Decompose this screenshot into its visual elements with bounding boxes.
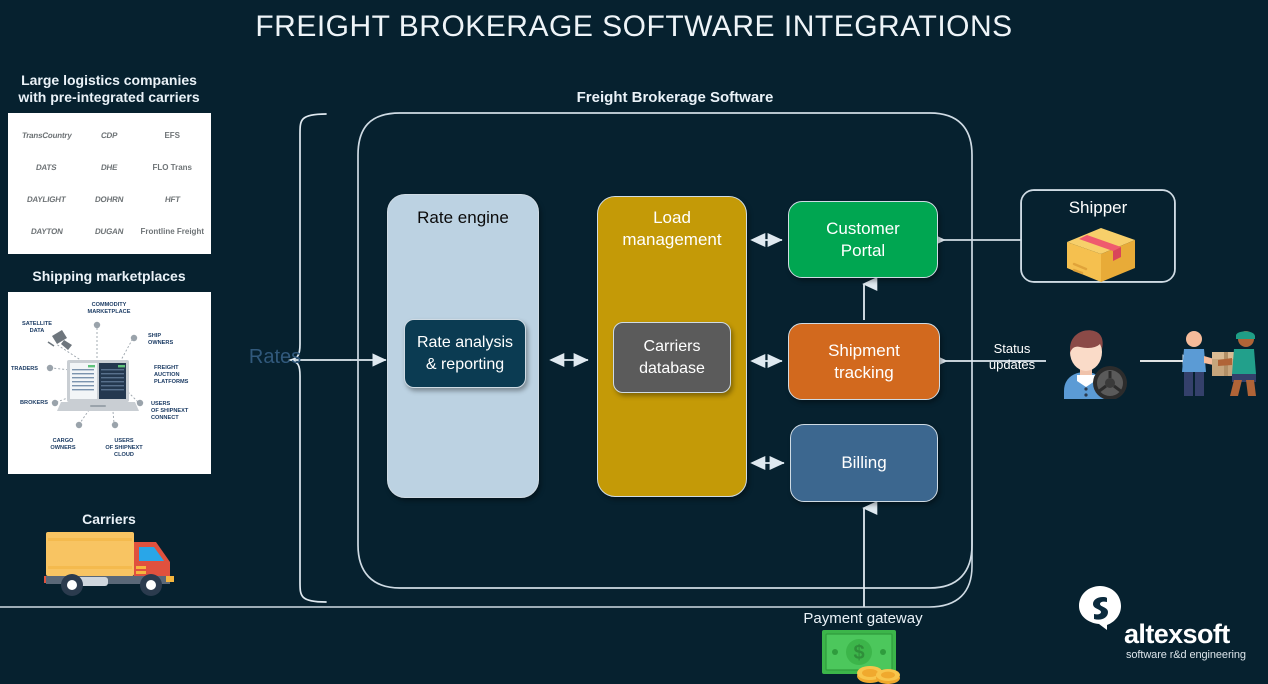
node-label: CLOUD — [114, 452, 134, 458]
money-cash-icon: $ — [820, 628, 908, 684]
logo-item: DUGAN — [94, 227, 124, 237]
logo-item: CDP — [100, 130, 118, 140]
logistics-companies-label: Large logistics companies with pre-integ… — [6, 72, 212, 106]
node-label: OWNERS — [50, 445, 75, 451]
logo-item: HFT — [164, 195, 181, 205]
node-label: PLATFORMS — [154, 379, 189, 385]
node-label: CONNECT — [151, 415, 179, 421]
node-billing-label: Billing — [841, 453, 887, 472]
node-label: SHIP — [148, 333, 161, 339]
satellite-icon — [47, 330, 72, 350]
node-shipment-tracking-line2: tracking — [834, 362, 894, 382]
node-rate-engine-label: Rate engine — [417, 208, 509, 227]
node-shipment-tracking-line1: Shipment — [828, 340, 900, 360]
node-label: TRADERS — [11, 366, 38, 372]
brand-logo: altexsoft software r&d engineering — [1073, 585, 1263, 665]
node-label: DATA — [30, 328, 45, 334]
altexsoft-logo-icon — [1077, 585, 1123, 631]
shipping-marketplaces-label: Shipping marketplaces — [32, 268, 186, 284]
payment-gateway-label: Payment gateway — [803, 610, 923, 627]
logo-item: DATS — [35, 162, 58, 172]
status-updates-line1: Status — [993, 341, 1031, 356]
node-customer-portal-line1: Customer — [826, 218, 900, 238]
delivery-truck-icon — [40, 528, 200, 598]
logo-item: DOHRN — [94, 195, 124, 205]
logistics-label-line2: with pre-integrated carriers — [18, 89, 200, 105]
node-label: FREIGHT — [154, 365, 179, 371]
node-customer-portal[interactable]: Customer Portal — [788, 201, 938, 278]
logo-item: TransCountry — [20, 130, 72, 140]
node-label: COMMODITY — [92, 302, 127, 308]
node-load-management-line1: Load — [653, 208, 691, 227]
carrier-logos-card: TransCountry CDP EFS DATS DHE FLO Trans … — [8, 113, 211, 254]
page-title: FREIGHT BROKERAGE SOFTWARE INTEGRATIONS — [255, 10, 1013, 43]
node-carriers-database-line1: Carriers — [643, 337, 701, 355]
diagram-canvas: FREIGHT BROKERAGE SOFTWARE INTEGRATIONS … — [0, 0, 1268, 684]
logo-item: DAYLIGHT — [26, 195, 67, 205]
node-label: USERS — [114, 438, 134, 444]
brand-name: altexsoft — [1124, 619, 1230, 649]
node-label: SATELLITE — [22, 321, 52, 327]
node-rate-analysis-line1: Rate analysis — [416, 333, 514, 351]
laptop-icon — [57, 360, 139, 411]
node-rate-analysis-reporting[interactable]: Rate analysis & reporting — [404, 319, 526, 388]
node-load-management-line2: management — [622, 230, 722, 249]
node-customer-portal-line2: Portal — [840, 240, 886, 260]
logo-item: DAYTON — [29, 227, 63, 237]
svg-text:$: $ — [853, 642, 864, 664]
software-container-label: Freight Brokerage Software — [576, 89, 774, 106]
node-label: OWNERS — [148, 340, 173, 346]
node-shipper-label: Shipper — [1068, 198, 1128, 217]
node-shipment-tracking[interactable]: Shipment tracking — [788, 323, 940, 400]
logo-item: DHE — [100, 162, 118, 172]
carriers-label: Carriers — [82, 511, 136, 527]
driver-with-steering-wheel-icon — [1052, 325, 1132, 400]
node-carriers-database-line2: database — [639, 359, 705, 377]
marketplaces-diagram-card: COMMODITY MARKETPLACE SATELLITE DATA SHI… — [8, 292, 211, 474]
node-label: OF SHIPNEXT — [105, 445, 143, 451]
logo-item: Frontline Freight — [140, 227, 204, 237]
carrier-logo-grid: TransCountry CDP EFS DATS DHE FLO Trans … — [15, 119, 204, 248]
node-rate-analysis-line2: & reporting — [425, 355, 505, 373]
node-label: AUCTION — [154, 372, 179, 378]
node-carriers-database[interactable]: Carriers database — [613, 322, 731, 393]
status-updates-line2: updates — [988, 357, 1036, 372]
node-billing[interactable]: Billing — [790, 424, 938, 502]
logistics-label-line1: Large logistics companies — [21, 72, 197, 88]
node-label: BROKERS — [20, 400, 48, 406]
marketplace-hub-diagram: COMMODITY MARKETPLACE SATELLITE DATA SHI… — [11, 302, 189, 458]
node-label: USERS — [151, 401, 171, 407]
logo-item: EFS — [164, 130, 180, 140]
delivery-handoff-icon — [1174, 330, 1260, 396]
status-updates-label: Status updates — [968, 341, 1056, 373]
rates-label: Rates — [248, 346, 302, 368]
node-label: CARGO — [53, 438, 74, 444]
brand-tagline: software r&d engineering — [1126, 649, 1246, 661]
package-box-icon — [1063, 224, 1139, 286]
node-label: MARKETPLACE — [88, 309, 131, 315]
node-label: OF SHIPNEXT — [151, 408, 189, 414]
logo-item: FLO Trans — [152, 162, 192, 172]
